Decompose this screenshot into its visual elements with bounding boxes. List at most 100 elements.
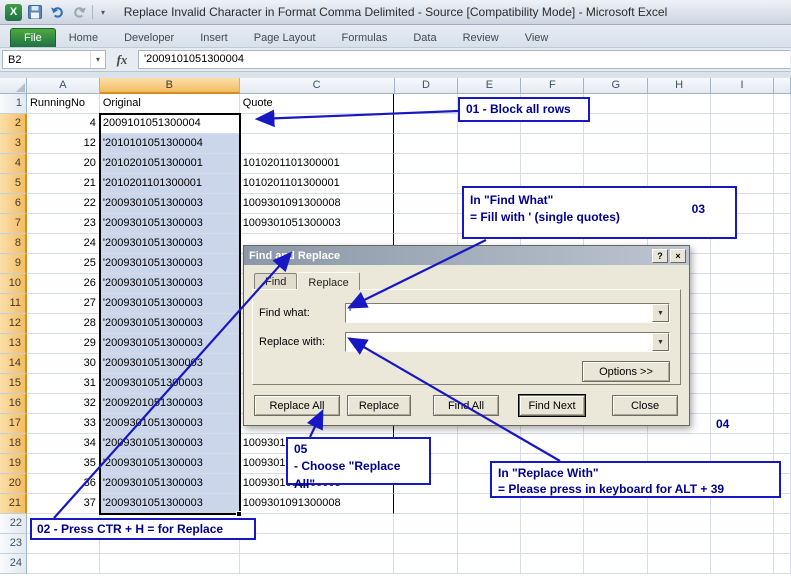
save-icon[interactable] [26, 3, 44, 21]
cell-C24[interactable] [239, 554, 395, 574]
cell-G3[interactable] [584, 134, 649, 154]
tab-page-layout[interactable]: Page Layout [241, 29, 329, 47]
row-header-11[interactable]: 11 [0, 294, 27, 314]
cell-I10[interactable] [711, 274, 775, 294]
cell-A19[interactable]: 35 [26, 454, 100, 474]
cell-G2[interactable] [584, 114, 649, 134]
cell-F23[interactable] [521, 534, 585, 554]
cell-I23[interactable] [711, 534, 775, 554]
cell-B16[interactable]: '2009201051300003 [99, 394, 240, 414]
cell-A1[interactable]: RunningNo [26, 94, 100, 114]
row-header-24[interactable]: 24 [0, 554, 27, 574]
cell-H22[interactable] [648, 514, 712, 534]
cell-C6[interactable]: 1009301091300008 [239, 194, 395, 214]
cell-I4[interactable] [711, 154, 775, 174]
cell-H4[interactable] [648, 154, 712, 174]
column-header-E[interactable]: E [458, 78, 522, 94]
cell-B21[interactable]: '2009301051300003 [99, 494, 240, 514]
cell-I22[interactable] [711, 514, 775, 534]
cell-C7[interactable]: 1009301051300003 [239, 214, 395, 234]
cell-D3[interactable] [394, 134, 459, 154]
cell-B14[interactable]: '2009301051300003 [99, 354, 240, 374]
tab-view[interactable]: View [512, 29, 562, 47]
cell-B24[interactable] [99, 554, 240, 574]
cell-B7[interactable]: '2009301051300003 [99, 214, 240, 234]
tab-formulas[interactable]: Formulas [329, 29, 401, 47]
tab-insert[interactable]: Insert [187, 29, 241, 47]
cell-A2[interactable]: 4 [26, 114, 100, 134]
qat-customize-icon[interactable]: ▾ [97, 3, 109, 21]
column-header-D[interactable]: D [394, 78, 459, 94]
cell-A3[interactable]: 12 [26, 134, 100, 154]
cell-G4[interactable] [584, 154, 649, 174]
cell-I14[interactable] [711, 354, 775, 374]
cell-D4[interactable] [394, 154, 459, 174]
cell-A12[interactable]: 28 [26, 314, 100, 334]
tab-home[interactable]: Home [56, 29, 111, 47]
cell-I12[interactable] [711, 314, 775, 334]
cell-G18[interactable] [584, 434, 649, 454]
replace-all-button[interactable]: Replace All [254, 395, 340, 416]
cell-C22[interactable] [239, 514, 395, 534]
cell-F3[interactable] [521, 134, 585, 154]
cell-D1[interactable] [394, 94, 459, 114]
row-header-15[interactable]: 15 [0, 374, 27, 394]
cell-H2[interactable] [648, 114, 712, 134]
column-header-A[interactable]: A [26, 78, 100, 94]
column-header-F[interactable]: F [521, 78, 585, 94]
undo-icon[interactable] [48, 3, 66, 21]
insert-function-icon[interactable]: fx [106, 52, 138, 68]
fill-handle[interactable] [236, 511, 242, 517]
options-button[interactable]: Options >> [582, 361, 670, 382]
cell-C23[interactable] [239, 534, 395, 554]
row-header-20[interactable]: 20 [0, 474, 27, 494]
dialog-title-bar[interactable]: Find and Replace ? × [244, 246, 689, 265]
cell-B12[interactable]: '2009301051300003 [99, 314, 240, 334]
cell-B11[interactable]: '2009301051300003 [99, 294, 240, 314]
cell-I9[interactable] [711, 254, 775, 274]
cell-G22[interactable] [584, 514, 649, 534]
cell-B10[interactable]: '2009301051300003 [99, 274, 240, 294]
cell-A15[interactable]: 31 [26, 374, 100, 394]
replace-button[interactable]: Replace [347, 395, 411, 416]
row-header-12[interactable]: 12 [0, 314, 27, 334]
cell-C1[interactable]: Quote [239, 94, 395, 114]
cell-H23[interactable] [648, 534, 712, 554]
row-header-3[interactable]: 3 [0, 134, 27, 154]
cell-I3[interactable] [711, 134, 775, 154]
cell-I13[interactable] [711, 334, 775, 354]
cell-B1[interactable]: Original [99, 94, 240, 114]
dialog-help-icon[interactable]: ? [652, 248, 668, 263]
cell-C2[interactable] [239, 114, 395, 134]
row-header-9[interactable]: 9 [0, 254, 27, 274]
cell-A7[interactable]: 23 [26, 214, 100, 234]
find-what-input[interactable]: ' ▼ [345, 303, 670, 323]
cell-I16[interactable] [711, 394, 775, 414]
cell-A9[interactable]: 25 [26, 254, 100, 274]
cell-E24[interactable] [458, 554, 522, 574]
cell-D7[interactable] [394, 214, 459, 234]
close-button[interactable]: Close [612, 395, 678, 416]
cell-C21[interactable]: 1009301091300008 [239, 494, 395, 514]
cell-B3[interactable]: '2010101051300004 [99, 134, 240, 154]
replace-with-dropdown-icon[interactable]: ▼ [652, 333, 669, 351]
cell-A10[interactable]: 26 [26, 274, 100, 294]
row-header-13[interactable]: 13 [0, 334, 27, 354]
row-header-21[interactable]: 21 [0, 494, 27, 514]
cell-H18[interactable] [648, 434, 712, 454]
row-header-19[interactable]: 19 [0, 454, 27, 474]
tab-data[interactable]: Data [400, 29, 449, 47]
cell-H1[interactable] [648, 94, 712, 114]
cell-H3[interactable] [648, 134, 712, 154]
cell-I2[interactable] [711, 114, 775, 134]
row-header-14[interactable]: 14 [0, 354, 27, 374]
tab-file[interactable]: File [10, 28, 56, 47]
cell-A5[interactable]: 21 [26, 174, 100, 194]
formula-input[interactable]: '2009101051300004 [138, 50, 790, 69]
cell-B9[interactable]: '2009301051300003 [99, 254, 240, 274]
column-header-G[interactable]: G [584, 78, 649, 94]
cell-E22[interactable] [458, 514, 522, 534]
cell-I15[interactable] [711, 374, 775, 394]
cell-F18[interactable] [521, 434, 585, 454]
cell-A21[interactable]: 37 [26, 494, 100, 514]
